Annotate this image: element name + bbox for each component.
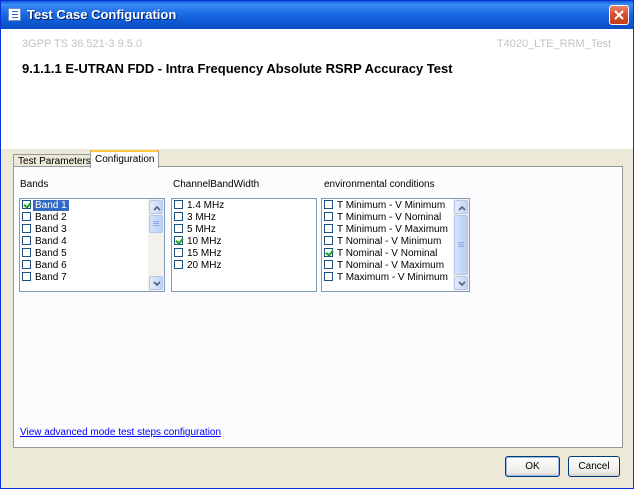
list-item[interactable]: T Maximum - V Minimum (324, 272, 448, 284)
chevron-down-icon (458, 281, 466, 287)
env-conditions-list[interactable]: T Minimum - V Minimum T Minimum - V Nomi… (321, 198, 470, 292)
checkbox[interactable] (22, 260, 31, 269)
bandwidth-list[interactable]: 1.4 MHz 3 MHz 5 MHz 10 MHz 15 MHz 20 MHz (171, 198, 317, 292)
list-item[interactable]: Band 6 (22, 260, 67, 272)
checkbox[interactable] (22, 212, 31, 221)
close-button[interactable] (609, 5, 629, 25)
list-item[interactable]: Band 3 (22, 224, 67, 236)
checkbox[interactable] (22, 200, 31, 209)
checkbox[interactable] (174, 200, 183, 209)
bands-list[interactable]: Band 1 Band 2 Band 3 Band 4 Band 5 Band … (19, 198, 165, 292)
list-item[interactable]: T Nominal - V Minimum (324, 236, 441, 248)
list-item[interactable]: Band 1 (22, 200, 69, 212)
list-item[interactable]: T Minimum - V Maximum (324, 224, 448, 236)
list-item[interactable]: Band 7 (22, 272, 67, 284)
chevron-down-icon (153, 281, 161, 287)
title-bar[interactable]: Test Case Configuration (1, 1, 633, 29)
bands-scrollbar[interactable] (148, 199, 164, 291)
env-conditions-label: environmental conditions (324, 179, 435, 190)
checkbox[interactable] (324, 236, 333, 245)
bands-label: Bands (20, 179, 49, 190)
checkbox[interactable] (22, 272, 31, 281)
header-panel: 3GPP TS 36.521-3 9.5.0 T4020_LTE_RRM_Tes… (1, 29, 633, 149)
checkbox[interactable] (174, 248, 183, 257)
list-item[interactable]: 20 MHz (174, 260, 221, 272)
cancel-button[interactable]: Cancel (568, 456, 620, 477)
checkbox[interactable] (324, 272, 333, 281)
test-id: T4020_LTE_RRM_Test (496, 38, 611, 50)
list-item[interactable]: Band 5 (22, 248, 67, 260)
checkbox[interactable] (22, 224, 31, 233)
scroll-up-button[interactable] (149, 200, 163, 214)
spec-version: 3GPP TS 36.521-3 9.5.0 (22, 38, 143, 50)
checkbox[interactable] (174, 236, 183, 245)
checkbox[interactable] (174, 224, 183, 233)
list-item[interactable]: T Nominal - V Maximum (324, 260, 444, 272)
list-item[interactable]: T Minimum - V Nominal (324, 212, 441, 224)
close-icon (614, 10, 624, 20)
checkbox[interactable] (174, 212, 183, 221)
window-title: Test Case Configuration (27, 7, 177, 22)
checkbox[interactable] (174, 260, 183, 269)
dialog-window: Test Case Configuration 3GPP TS 36.521-3… (0, 0, 634, 489)
scroll-down-button[interactable] (454, 276, 468, 290)
bandwidth-label: ChannelBandWidth (173, 179, 260, 190)
checkbox[interactable] (324, 224, 333, 233)
checkbox[interactable] (22, 236, 31, 245)
tab-configuration[interactable]: Configuration (90, 150, 160, 168)
list-item[interactable]: T Nominal - V Nominal (324, 248, 437, 260)
list-item[interactable]: 5 MHz (174, 224, 216, 236)
list-item[interactable]: Band 2 (22, 212, 67, 224)
env-scrollbar[interactable] (453, 199, 469, 291)
test-title: 9.1.1.1 E-UTRAN FDD - Intra Frequency Ab… (22, 61, 453, 76)
list-item[interactable]: 3 MHz (174, 212, 216, 224)
list-item[interactable]: 15 MHz (174, 248, 221, 260)
checkbox[interactable] (324, 212, 333, 221)
checkbox[interactable] (324, 200, 333, 209)
list-item[interactable]: 1.4 MHz (174, 200, 224, 212)
scroll-down-button[interactable] (149, 276, 163, 290)
configuration-panel: Bands Band 1 Band 2 Band 3 Band 4 Band 5… (13, 166, 623, 448)
ok-button[interactable]: OK (505, 456, 560, 477)
chevron-up-icon (153, 205, 161, 211)
scroll-thumb[interactable] (149, 215, 163, 233)
checkbox[interactable] (324, 248, 333, 257)
checkbox[interactable] (324, 260, 333, 269)
scroll-thumb[interactable] (454, 215, 468, 275)
app-icon (8, 8, 21, 21)
checkbox[interactable] (22, 248, 31, 257)
scroll-up-button[interactable] (454, 200, 468, 214)
list-item[interactable]: T Minimum - V Minimum (324, 200, 445, 212)
chevron-up-icon (458, 205, 466, 211)
list-item[interactable]: Band 4 (22, 236, 67, 248)
advanced-mode-link[interactable]: View advanced mode test steps configurat… (20, 427, 221, 438)
list-item[interactable]: 10 MHz (174, 236, 221, 248)
